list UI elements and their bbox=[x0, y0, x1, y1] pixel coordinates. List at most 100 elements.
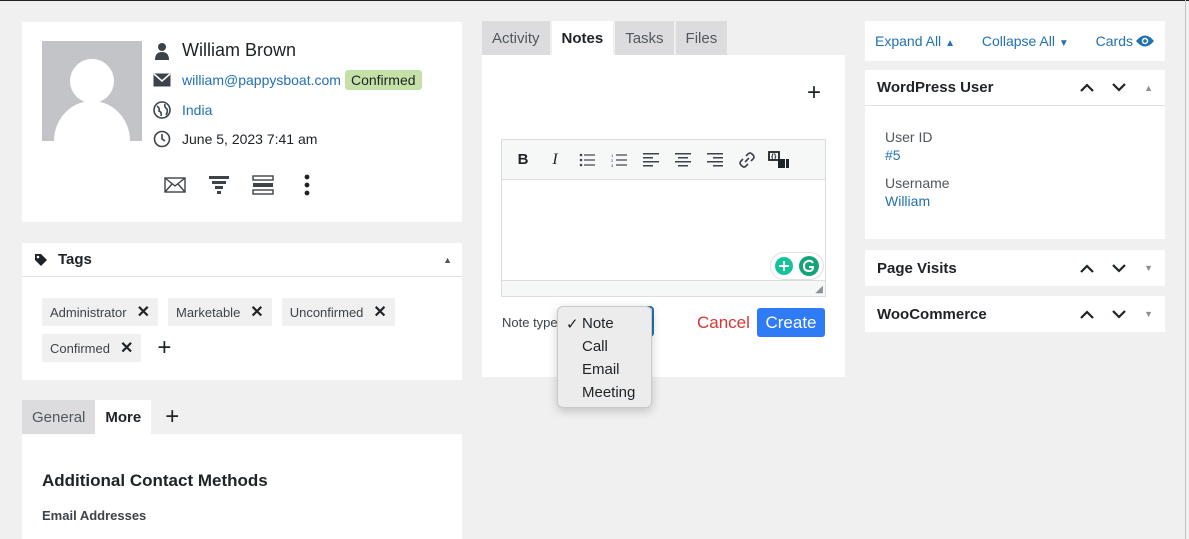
tag-label: Unconfirmed bbox=[289, 304, 364, 320]
avatar bbox=[42, 41, 142, 141]
wordpress-user-header[interactable]: WordPress User ▲ bbox=[865, 70, 1165, 106]
remove-tag-icon[interactable]: ✕ bbox=[373, 302, 386, 322]
add-tag-icon[interactable]: + bbox=[157, 334, 171, 362]
activity-tabs: Activity Notes Tasks Files bbox=[482, 21, 728, 55]
contact-date: June 5, 2023 7:41 am bbox=[182, 131, 318, 147]
woocommerce-header[interactable]: WooCommerce ▼ bbox=[865, 296, 1165, 332]
tag-list: Administrator ✕ Marketable ✕ Unconfirmed ✕ … bbox=[42, 298, 452, 362]
cards-button[interactable]: Cards bbox=[1096, 33, 1155, 49]
right-border bbox=[1185, 0, 1186, 539]
collapse-triangle-icon[interactable]: ▲ bbox=[1144, 83, 1153, 93]
chevron-up-icon[interactable] bbox=[1080, 306, 1094, 323]
svg-text:{}: {} bbox=[771, 154, 777, 161]
globe-icon bbox=[152, 100, 172, 120]
section-heading: Additional Contact Methods bbox=[42, 471, 268, 490]
tags-header[interactable]: Tags ▲ bbox=[22, 243, 462, 277]
page-visits-header[interactable]: Page Visits ▼ bbox=[865, 250, 1165, 286]
plus-circle-icon[interactable] bbox=[774, 256, 794, 276]
chevron-down-icon[interactable] bbox=[1112, 306, 1126, 323]
tab-files[interactable]: Files bbox=[675, 21, 728, 55]
notes-panel: + B I 123 {} ◢ Note type Cancel Create bbox=[482, 55, 845, 377]
note-type-dropdown: ✓ Note Call Email Meeting bbox=[557, 306, 652, 408]
funnel-icon[interactable] bbox=[208, 174, 230, 196]
option-note[interactable]: ✓ Note bbox=[558, 312, 651, 335]
layers-icon[interactable] bbox=[252, 174, 274, 196]
align-right-icon[interactable] bbox=[704, 149, 726, 171]
envelope-icon bbox=[152, 70, 172, 90]
status-badge: Confirmed bbox=[344, 70, 422, 90]
country-row: India bbox=[152, 100, 212, 120]
contact-name: William Brown bbox=[182, 40, 297, 60]
note-editor[interactable]: B I 123 {} ◢ bbox=[501, 139, 826, 297]
grammarly-icon[interactable] bbox=[798, 255, 820, 277]
chevron-down-icon[interactable] bbox=[1112, 79, 1126, 96]
chevron-up-icon[interactable] bbox=[1080, 260, 1094, 277]
contact-email[interactable]: william@pappysboat.com bbox=[182, 72, 341, 88]
create-button[interactable]: Create bbox=[757, 308, 825, 337]
align-center-icon[interactable] bbox=[672, 149, 694, 171]
tab-notes[interactable]: Notes bbox=[551, 21, 614, 55]
merge-tags-icon[interactable]: {} bbox=[768, 149, 790, 171]
wordpress-user-card: WordPress User ▲ User ID #5 Username Wil… bbox=[865, 70, 1165, 239]
user-id-value[interactable]: #5 bbox=[885, 147, 901, 163]
option-label: Meeting bbox=[582, 384, 636, 401]
username-value[interactable]: William bbox=[885, 193, 930, 209]
resize-handle[interactable]: ◢ bbox=[502, 280, 825, 296]
option-label: Email bbox=[582, 361, 620, 378]
tag-administrator: Administrator ✕ bbox=[42, 298, 158, 326]
bold-icon[interactable]: B bbox=[512, 149, 534, 171]
svg-text:3: 3 bbox=[611, 163, 614, 167]
expand-triangle-icon[interactable]: ▼ bbox=[1144, 309, 1153, 319]
more-panel: Additional Contact Methods Email Address… bbox=[22, 434, 462, 539]
cards-toolbar: Expand All ▲ Collapse All ▼ Cards bbox=[865, 21, 1165, 61]
bullet-list-icon[interactable] bbox=[576, 149, 598, 171]
italic-icon[interactable]: I bbox=[544, 149, 566, 171]
contact-card: William Brown william@pappysboat.com Con… bbox=[22, 22, 462, 222]
numbered-list-icon[interactable]: 123 bbox=[608, 149, 630, 171]
user-id-label: User ID bbox=[885, 129, 933, 145]
link-icon[interactable] bbox=[736, 149, 758, 171]
expand-all-label: Expand All bbox=[875, 33, 942, 49]
expand-all-button[interactable]: Expand All ▲ bbox=[875, 33, 955, 49]
remove-tag-icon[interactable]: ✕ bbox=[250, 302, 263, 322]
email-icon[interactable] bbox=[164, 174, 186, 196]
option-label: Call bbox=[582, 338, 608, 355]
editor-toolbar: B I 123 {} bbox=[502, 140, 825, 180]
remove-tag-icon[interactable]: ✕ bbox=[120, 338, 133, 358]
tab-more[interactable]: More bbox=[95, 400, 152, 434]
chevron-down-icon[interactable] bbox=[1112, 260, 1126, 277]
add-tab-icon[interactable]: + bbox=[165, 400, 179, 434]
card-title: WordPress User bbox=[877, 79, 994, 96]
remove-tag-icon[interactable]: ✕ bbox=[137, 302, 150, 322]
woocommerce-card: WooCommerce ▼ bbox=[865, 296, 1165, 332]
collapse-all-button[interactable]: Collapse All ▼ bbox=[982, 33, 1069, 49]
name-row: William Brown bbox=[152, 40, 296, 61]
option-label: Note bbox=[582, 315, 614, 332]
person-icon bbox=[152, 41, 172, 61]
contact-tabs: General More + bbox=[22, 400, 179, 434]
editor-badges bbox=[770, 252, 824, 280]
card-title: Page Visits bbox=[877, 259, 957, 277]
tab-tasks[interactable]: Tasks bbox=[615, 21, 674, 55]
card-title: WooCommerce bbox=[877, 305, 987, 323]
eye-icon bbox=[1135, 34, 1155, 48]
cancel-button[interactable]: Cancel bbox=[697, 313, 750, 333]
chevron-up-icon[interactable] bbox=[1080, 79, 1094, 96]
align-left-icon[interactable] bbox=[640, 149, 662, 171]
cards-label: Cards bbox=[1095, 33, 1133, 49]
expand-triangle-icon[interactable]: ▼ bbox=[1144, 263, 1153, 273]
clock-icon bbox=[152, 129, 172, 149]
more-vertical-icon[interactable] bbox=[296, 174, 318, 196]
date-row: June 5, 2023 7:41 am bbox=[152, 129, 317, 149]
contact-country[interactable]: India bbox=[182, 102, 212, 118]
option-meeting[interactable]: Meeting bbox=[558, 381, 651, 404]
add-note-icon[interactable]: + bbox=[807, 79, 821, 107]
collapse-triangle-icon[interactable]: ▲ bbox=[443, 255, 452, 265]
tab-general[interactable]: General bbox=[22, 400, 96, 434]
option-call[interactable]: Call bbox=[558, 335, 651, 358]
option-email[interactable]: Email bbox=[558, 358, 651, 381]
section-subheading: Email Addresses bbox=[42, 508, 147, 523]
tab-activity[interactable]: Activity bbox=[482, 21, 550, 55]
top-border bbox=[0, 0, 1189, 1]
page-visits-card: Page Visits ▼ bbox=[865, 250, 1165, 286]
